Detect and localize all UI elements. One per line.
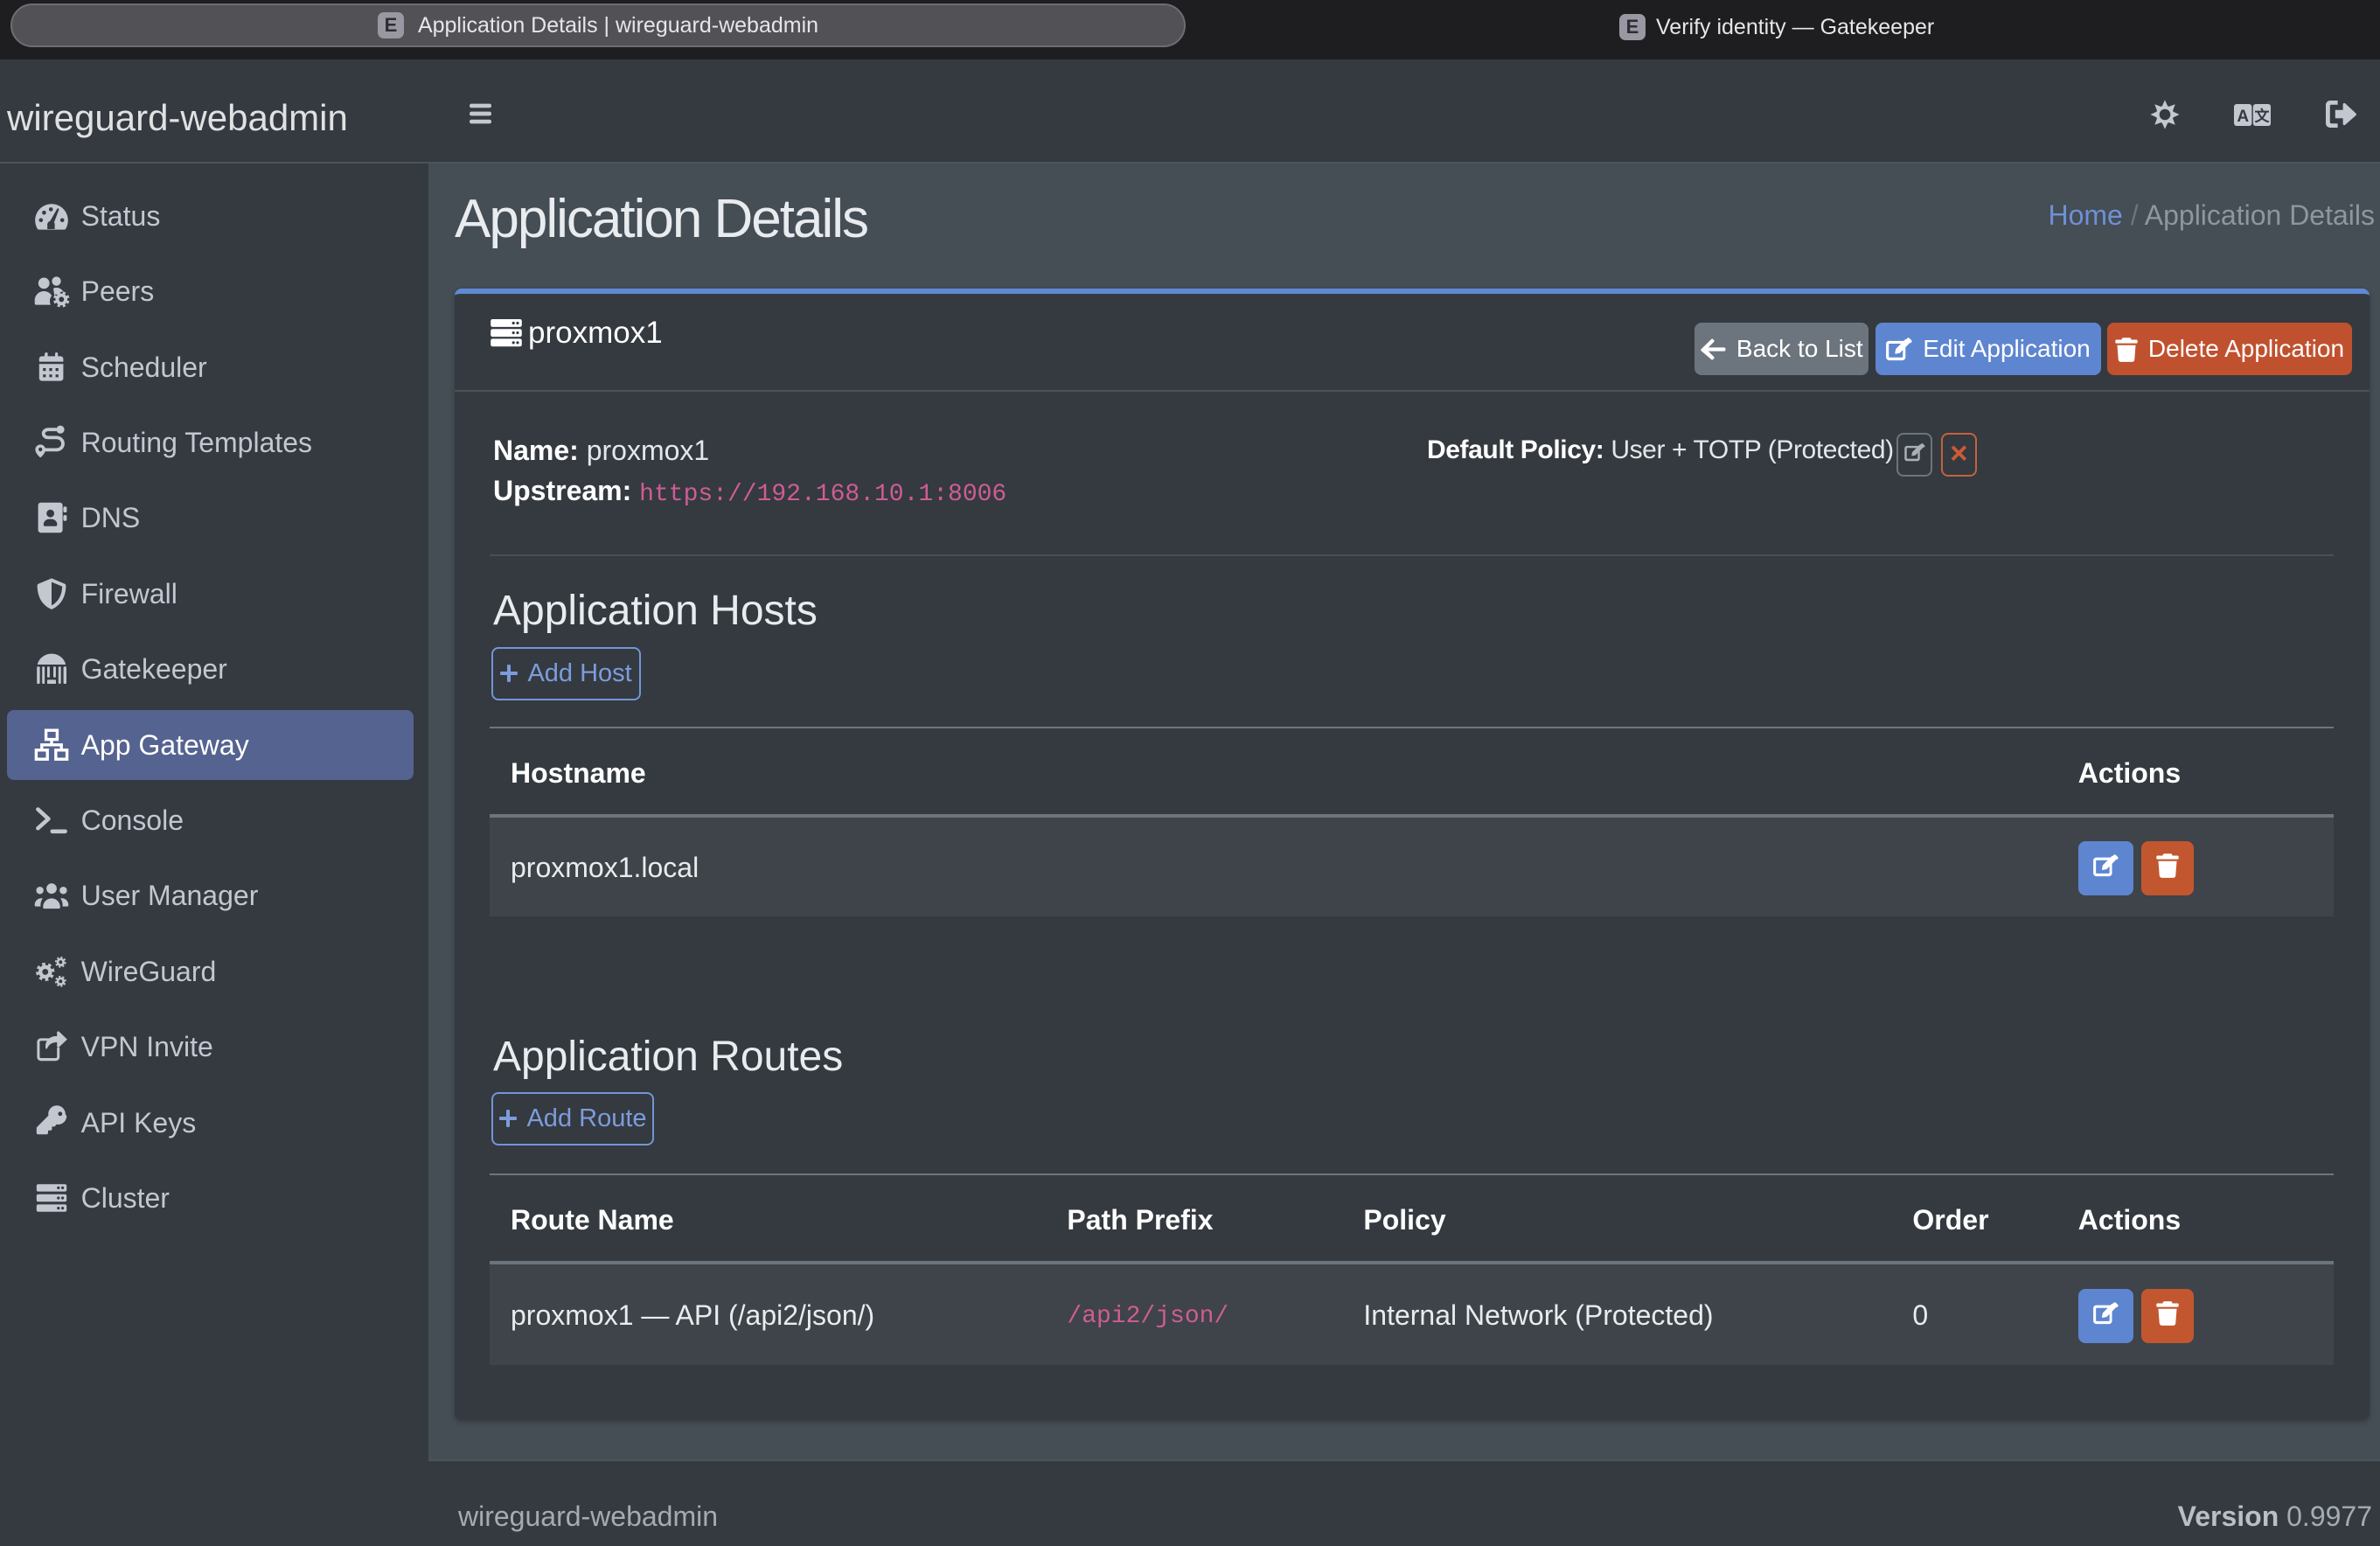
svg-text:文: 文 bbox=[2255, 107, 2271, 124]
svg-text:A: A bbox=[2237, 108, 2249, 126]
